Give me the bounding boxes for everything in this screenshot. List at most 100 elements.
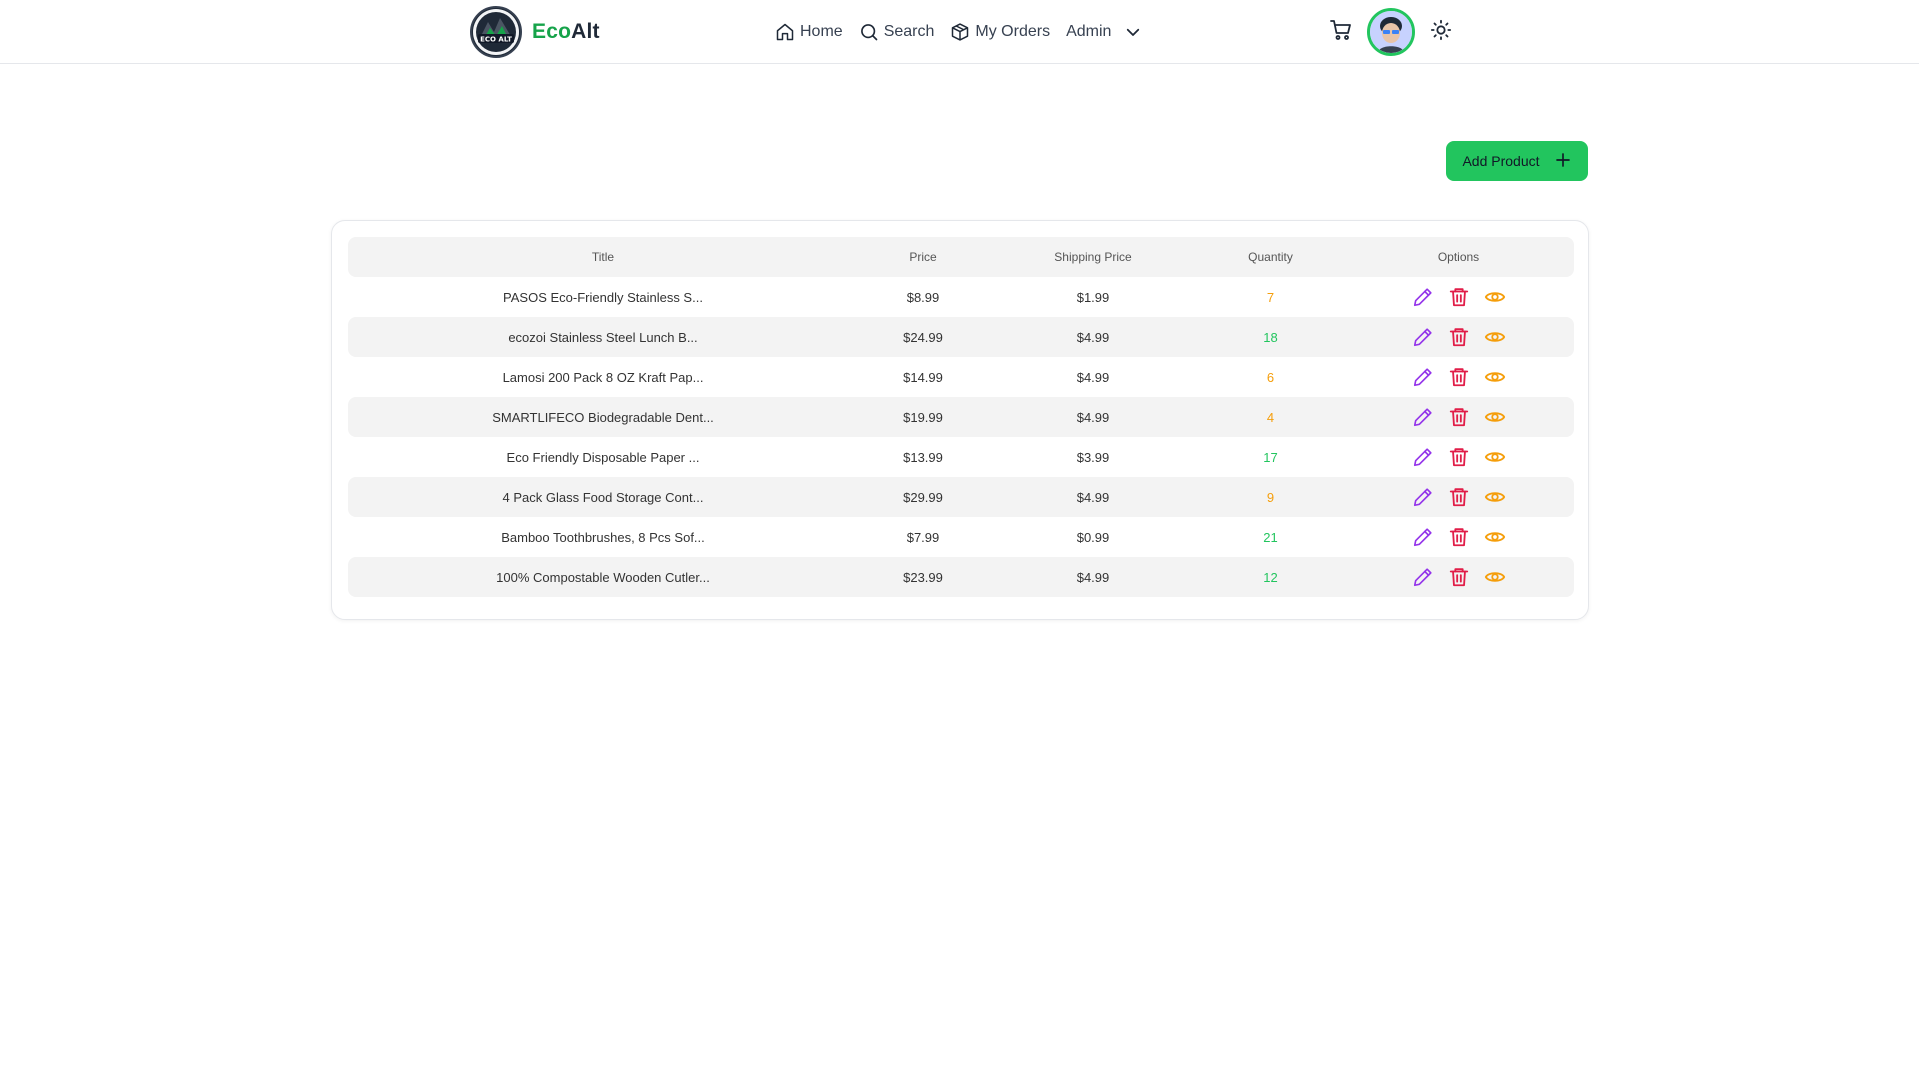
product-title: Lamosi 200 Pack 8 OZ Kraft Pap...	[502, 369, 704, 385]
eye-icon[interactable]	[1482, 484, 1508, 510]
nav-home-label: Home	[800, 23, 843, 40]
eco-alt-logo-icon: ECO ALT	[470, 6, 522, 58]
svg-text:ECO ALT: ECO ALT	[480, 36, 512, 44]
search-icon	[859, 22, 879, 42]
nav-my-orders[interactable]: My Orders	[950, 22, 1050, 42]
plus-icon	[1554, 151, 1572, 172]
trash-icon[interactable]	[1446, 364, 1472, 390]
trash-icon[interactable]	[1446, 524, 1472, 550]
product-options	[1343, 444, 1574, 470]
edit-icon[interactable]	[1410, 404, 1436, 430]
header-options: Options	[1437, 250, 1480, 264]
cart-button[interactable]	[1325, 16, 1357, 48]
nav-home[interactable]: Home	[775, 22, 843, 42]
table-header: Title Price Shipping Price Quantity Opti…	[348, 237, 1574, 277]
nav-my-orders-label: My Orders	[975, 23, 1051, 40]
product-shipping-price: $4.99	[1076, 569, 1110, 585]
table-row: 100% Compostable Wooden Cutler... $23.99…	[348, 557, 1574, 597]
trash-icon[interactable]	[1446, 564, 1472, 590]
eye-icon[interactable]	[1482, 324, 1508, 350]
edit-icon[interactable]	[1410, 284, 1436, 310]
eye-icon[interactable]	[1482, 524, 1508, 550]
add-product-label: Add Product	[1462, 153, 1540, 169]
trash-icon[interactable]	[1446, 404, 1472, 430]
product-options	[1343, 284, 1574, 310]
edit-icon[interactable]	[1410, 564, 1436, 590]
edit-icon[interactable]	[1410, 324, 1436, 350]
product-options	[1343, 404, 1574, 430]
edit-icon[interactable]	[1410, 524, 1436, 550]
trash-icon[interactable]	[1446, 484, 1472, 510]
nav-admin-dropdown[interactable]: Admin	[1066, 23, 1142, 41]
header-shipping-price: Shipping Price	[1054, 250, 1132, 264]
product-title: ecozoi Stainless Steel Lunch B...	[508, 329, 698, 345]
product-shipping-price: $4.99	[1076, 369, 1110, 385]
product-price: $19.99	[903, 409, 943, 425]
product-price: $23.99	[903, 569, 943, 585]
top-navbar: ECO ALT EcoAlt Home Search My Orders Adm…	[0, 0, 1919, 64]
add-product-button[interactable]: Add Product	[1446, 141, 1588, 181]
table-row: Eco Friendly Disposable Paper ... $13.99…	[348, 437, 1574, 477]
table-row: Lamosi 200 Pack 8 OZ Kraft Pap... $14.99…	[348, 357, 1574, 397]
trash-icon[interactable]	[1446, 324, 1472, 350]
product-shipping-price: $4.99	[1076, 329, 1110, 345]
header-quantity: Quantity	[1248, 250, 1293, 264]
eye-icon[interactable]	[1482, 404, 1508, 430]
box-icon	[950, 22, 970, 42]
product-shipping-price: $4.99	[1076, 489, 1110, 505]
eye-icon[interactable]	[1482, 284, 1508, 310]
brand[interactable]: ECO ALT EcoAlt	[470, 6, 600, 58]
nav-search[interactable]: Search	[859, 22, 935, 42]
header-price: Price	[909, 250, 937, 264]
product-options	[1343, 324, 1574, 350]
product-options	[1343, 524, 1574, 550]
product-options	[1343, 484, 1574, 510]
product-price: $7.99	[906, 529, 940, 545]
products-table: Title Price Shipping Price Quantity Opti…	[348, 237, 1574, 597]
edit-icon[interactable]	[1410, 364, 1436, 390]
product-quantity: 4	[1266, 409, 1275, 425]
product-shipping-price: $1.99	[1076, 289, 1110, 305]
chevron-down-icon	[1124, 23, 1142, 41]
product-price: $8.99	[906, 289, 940, 305]
products-card: Title Price Shipping Price Quantity Opti…	[331, 220, 1589, 620]
product-quantity: 6	[1266, 369, 1275, 385]
product-shipping-price: $0.99	[1076, 529, 1110, 545]
eye-icon[interactable]	[1482, 444, 1508, 470]
user-avatar[interactable]	[1367, 8, 1415, 56]
edit-icon[interactable]	[1410, 444, 1436, 470]
product-quantity: 21	[1263, 529, 1278, 545]
product-quantity: 17	[1263, 449, 1278, 465]
product-title: PASOS Eco-Friendly Stainless S...	[503, 289, 703, 305]
product-title: Bamboo Toothbrushes, 8 Pcs Sof...	[501, 529, 705, 545]
edit-icon[interactable]	[1410, 484, 1436, 510]
product-title: 4 Pack Glass Food Storage Cont...	[502, 489, 704, 505]
trash-icon[interactable]	[1446, 444, 1472, 470]
product-title: Eco Friendly Disposable Paper ...	[506, 449, 700, 465]
brand-alt-text: Alt	[571, 20, 600, 43]
brand-eco-text: Eco	[532, 20, 572, 43]
eye-icon[interactable]	[1482, 564, 1508, 590]
product-price: $24.99	[903, 329, 943, 345]
product-title: SMARTLIFECO Biodegradable Dent...	[492, 409, 714, 425]
table-row: SMARTLIFECO Biodegradable Dent... $19.99…	[348, 397, 1574, 437]
product-quantity: 18	[1263, 329, 1278, 345]
brand-name: EcoAlt	[532, 20, 600, 44]
product-shipping-price: $3.99	[1076, 449, 1110, 465]
table-row: PASOS Eco-Friendly Stainless S... $8.99 …	[348, 277, 1574, 317]
home-icon	[775, 22, 795, 42]
product-price: $29.99	[903, 489, 943, 505]
product-options	[1343, 564, 1574, 590]
product-price: $13.99	[903, 449, 943, 465]
table-row: 4 Pack Glass Food Storage Cont... $29.99…	[348, 477, 1574, 517]
theme-toggle-button[interactable]	[1425, 16, 1457, 48]
nav-search-label: Search	[883, 23, 935, 40]
product-quantity: 9	[1266, 489, 1275, 505]
product-price: $14.99	[903, 369, 943, 385]
product-quantity: 12	[1263, 569, 1278, 585]
product-quantity: 7	[1266, 289, 1275, 305]
table-row: ecozoi Stainless Steel Lunch B... $24.99…	[348, 317, 1574, 357]
cart-icon	[1329, 18, 1353, 47]
eye-icon[interactable]	[1482, 364, 1508, 390]
trash-icon[interactable]	[1446, 284, 1472, 310]
